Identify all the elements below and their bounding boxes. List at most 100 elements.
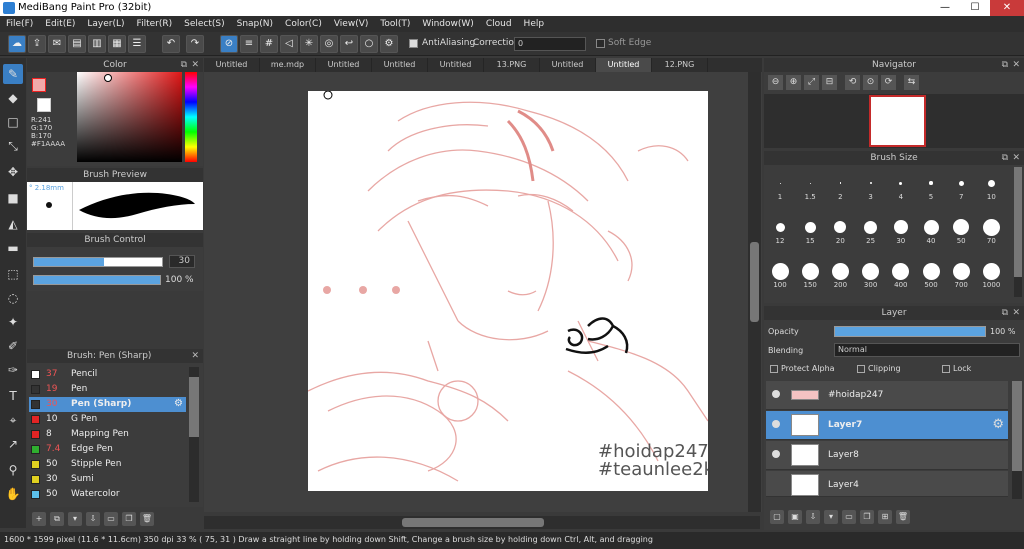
undock-icon[interactable]: ⧉ xyxy=(181,58,187,72)
layer-row-layer7[interactable]: Layer7 ⚙ xyxy=(766,411,1008,440)
grid-snap-icon[interactable]: # xyxy=(260,35,278,53)
import-brush-icon[interactable]: ⇩ xyxy=(86,512,100,526)
fit-screen-icon[interactable]: ⤢ xyxy=(804,75,819,90)
undock-icon[interactable]: ⧉ xyxy=(1002,151,1008,165)
close-panel-icon[interactable]: ✕ xyxy=(191,349,199,363)
canvas-horizontal-scrollbar[interactable] xyxy=(204,516,760,529)
undo-icon[interactable]: ↶ xyxy=(162,35,180,53)
layer-menu-icon[interactable]: ▾ xyxy=(824,510,838,524)
brush-size-option[interactable]: 300 xyxy=(856,259,886,289)
brush-size-option[interactable]: 1 xyxy=(765,171,795,201)
new-layer-icon[interactable]: ▢ xyxy=(770,510,784,524)
text-tool-icon[interactable]: T xyxy=(3,386,23,406)
vanishing-snap-icon[interactable]: ◁ xyxy=(280,35,298,53)
magic-wand-icon[interactable]: ✦ xyxy=(3,312,23,332)
rotate-right-icon[interactable]: ⟳ xyxy=(881,75,896,90)
brush-size-option[interactable]: 25 xyxy=(856,215,886,245)
duplicate-layer-icon[interactable]: ❐ xyxy=(860,510,874,524)
layer-folder-icon[interactable]: ▭ xyxy=(842,510,856,524)
snap-settings-icon[interactable]: ⚙ xyxy=(380,35,398,53)
menu-view[interactable]: View(V) xyxy=(334,19,369,29)
menu-help[interactable]: Help xyxy=(524,19,545,29)
soft-edge-checkbox[interactable] xyxy=(596,39,605,48)
select-pen-icon[interactable]: ✐ xyxy=(3,336,23,356)
list-icon[interactable]: ☰ xyxy=(128,35,146,53)
brush-size-option[interactable]: 20 xyxy=(825,215,855,245)
brush-size-option[interactable]: 70 xyxy=(976,215,1006,245)
gradient-tool-icon[interactable]: ▬ xyxy=(3,238,23,258)
eraser-tool-icon[interactable]: ◆ xyxy=(3,88,23,108)
brush-item-mapping-pen[interactable]: 8 Mapping Pen xyxy=(29,427,186,442)
tab-untitled-5[interactable]: Untitled xyxy=(540,58,596,72)
brush-item-g-pen[interactable]: 10 G Pen xyxy=(29,412,186,427)
brush-size-option[interactable]: 50 xyxy=(946,215,976,245)
close-button[interactable]: ✕ xyxy=(990,0,1024,16)
brush-size-option[interactable]: 40 xyxy=(916,215,946,245)
flip-icon[interactable]: ⇆ xyxy=(904,75,919,90)
select-eraser-icon[interactable]: ✑ xyxy=(3,360,23,380)
curve-snap-icon[interactable]: ↩ xyxy=(340,35,358,53)
brush-size-input[interactable]: 30 xyxy=(169,255,195,268)
undock-icon[interactable]: ⧉ xyxy=(1002,306,1008,320)
brush-size-slider[interactable] xyxy=(33,257,163,267)
brush-list-scrollbar[interactable] xyxy=(189,367,199,502)
operation-tool-icon[interactable]: ↗ xyxy=(3,434,23,454)
menu-layer[interactable]: Layer(L) xyxy=(87,19,124,29)
actual-size-icon[interactable]: ⊟ xyxy=(822,75,837,90)
rotate-left-icon[interactable]: ⟲ xyxy=(845,75,860,90)
fill-rect-tool-icon[interactable]: ■ xyxy=(3,188,23,208)
brush-size-scrollbar[interactable] xyxy=(1014,167,1022,297)
brush-item-edge-pen[interactable]: 7.4 Edge Pen xyxy=(29,442,186,457)
delete-layer-icon[interactable]: 🗑 xyxy=(896,510,910,524)
menu-select[interactable]: Select(S) xyxy=(184,19,225,29)
rectangle-tool-icon[interactable]: □ xyxy=(3,112,23,132)
tab-untitled-3[interactable]: Untitled xyxy=(372,58,428,72)
delete-brush-icon[interactable]: 🗑 xyxy=(140,512,154,526)
brush-menu-icon[interactable]: ▾ xyxy=(68,512,82,526)
select-rect-icon[interactable]: ⬚ xyxy=(3,264,23,284)
bucket-tool-icon[interactable]: ◭ xyxy=(3,214,23,234)
menu-tool[interactable]: Tool(T) xyxy=(380,19,410,29)
tab-13-png[interactable]: 13.PNG xyxy=(484,58,540,72)
close-panel-icon[interactable]: ✕ xyxy=(1012,306,1020,320)
tab-untitled-2[interactable]: Untitled xyxy=(316,58,372,72)
close-panel-icon[interactable]: ✕ xyxy=(1012,151,1020,165)
tab-12-png[interactable]: 12.PNG xyxy=(652,58,708,72)
brush-size-option[interactable]: 3 xyxy=(856,171,886,201)
brush-item-pencil[interactable]: 37 Pencil xyxy=(29,367,186,382)
brush-size-option[interactable]: 7 xyxy=(946,171,976,201)
zoom-in-icon[interactable]: ⊕ xyxy=(786,75,801,90)
blending-select[interactable]: Normal xyxy=(834,343,1020,357)
lock-checkbox[interactable]: Lock xyxy=(942,364,971,373)
canvas-vertical-scrollbar[interactable] xyxy=(748,72,761,512)
menu-color[interactable]: Color(C) xyxy=(285,19,322,29)
brush-size-option[interactable]: 150 xyxy=(795,259,825,289)
navigator-thumbnail[interactable] xyxy=(869,95,926,147)
undock-icon[interactable]: ⧉ xyxy=(1002,58,1008,72)
layer-row-hoidap247[interactable]: #hoidap247 xyxy=(766,381,1008,410)
folder-icon[interactable]: ▭ xyxy=(104,512,118,526)
visibility-eye-icon[interactable] xyxy=(772,420,780,428)
brush-size-option[interactable]: 200 xyxy=(825,259,855,289)
tab-untitled-1[interactable]: Untitled xyxy=(204,58,260,72)
visibility-eye-icon[interactable] xyxy=(772,450,780,458)
brush-size-option[interactable]: 2 xyxy=(825,171,855,201)
rotate-reset-icon[interactable]: ⊙ xyxy=(863,75,878,90)
concentric-snap-icon[interactable]: ◎ xyxy=(320,35,338,53)
brush-size-option[interactable]: 4 xyxy=(886,171,916,201)
hand-tool-icon[interactable]: ✋ xyxy=(3,484,23,504)
layer-row-layer8[interactable]: Layer8 xyxy=(766,441,1008,470)
brush-opacity-slider[interactable] xyxy=(33,275,161,285)
clipping-checkbox[interactable]: Clipping xyxy=(857,364,901,373)
brush-size-option[interactable]: 700 xyxy=(946,259,976,289)
brush-settings-gear-icon[interactable]: ⚙ xyxy=(174,398,183,409)
tab-untitled-active[interactable]: Untitled xyxy=(596,58,652,72)
brush-item-stipple-pen[interactable]: 50 Stipple Pen xyxy=(29,457,186,472)
drawing-canvas[interactable]: #hoidap247 #teaunlee2k xyxy=(308,91,708,491)
canvas-area[interactable]: #hoidap247 #teaunlee2k xyxy=(204,72,762,512)
brush-item-watercolor[interactable]: 50 Watercolor xyxy=(29,487,186,502)
background-color-swatch[interactable] xyxy=(37,98,51,112)
lasso-tool-icon[interactable]: ◌ xyxy=(3,288,23,308)
protect-alpha-checkbox[interactable]: Protect Alpha xyxy=(770,364,835,373)
minimize-button[interactable]: — xyxy=(930,0,960,16)
